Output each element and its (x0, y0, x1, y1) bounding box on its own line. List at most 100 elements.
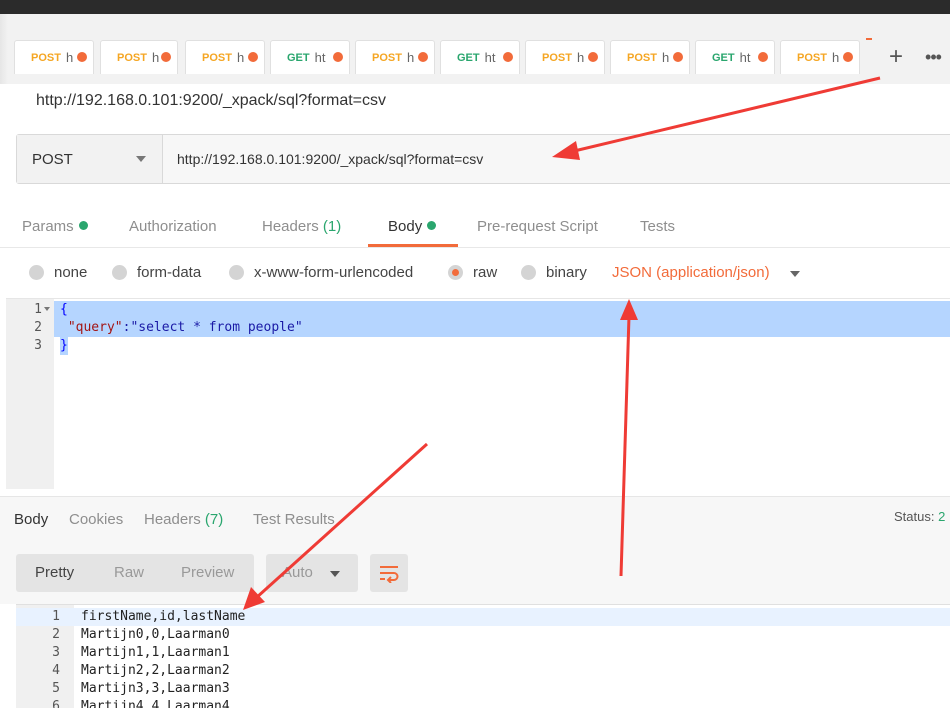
tab-method: POST (117, 51, 147, 64)
line-number: 3 (52, 645, 60, 660)
tab-title: ht (484, 50, 496, 65)
tab-body-label: Body (388, 218, 423, 235)
request-tab[interactable]: POST h (185, 40, 265, 74)
wrap-lines-button[interactable] (370, 554, 408, 592)
headers-count: (1) (322, 218, 342, 235)
unsaved-dot-icon (758, 52, 768, 62)
tab-params-label: Params (22, 218, 74, 235)
view-mode-group: Pretty Raw Preview (16, 554, 254, 592)
format-select[interactable]: Auto (266, 554, 358, 592)
tab-title: h (65, 50, 74, 65)
request-tab[interactable]: GET ht (440, 40, 520, 74)
body-mode-label: binary (546, 264, 587, 281)
tab-title: ht (739, 50, 751, 65)
http-method-value: POST (32, 150, 73, 168)
tab-body[interactable]: Body (388, 218, 437, 235)
tab-prerequest-script[interactable]: Pre-request Script (477, 218, 598, 235)
request-tab[interactable]: POST h (355, 40, 435, 74)
response-status: Status: 2 (894, 509, 945, 524)
response-body-viewer[interactable]: 1 firstName,id,lastName 2 Martijn0,0,Laa… (16, 604, 950, 708)
tab-overflow-more-icon[interactable]: ••• (918, 40, 948, 74)
selection-highlight (54, 301, 950, 319)
response-line: 4 Martijn2,2,Laarman2 (16, 662, 950, 680)
request-tab[interactable]: POST h (780, 40, 860, 74)
response-tab-cookies[interactable]: Cookies (69, 511, 123, 528)
body-mode-label: none (54, 264, 88, 281)
tab-params[interactable]: Params (22, 218, 88, 235)
body-mode-label: raw (473, 264, 498, 281)
response-tab-test-results[interactable]: Test Results (253, 511, 335, 528)
unsaved-dot-icon (503, 52, 513, 62)
response-headers-count: (7) (204, 511, 224, 528)
response-tab-body[interactable]: Body (14, 511, 48, 528)
tab-method: POST (372, 51, 402, 64)
tab-method: POST (31, 51, 61, 64)
json-value: "select * from people" (130, 320, 303, 335)
tab-method: GET (457, 51, 480, 64)
request-tabs: Params Authorization Headers (1) Body Pr… (0, 205, 950, 248)
code-text: } (60, 337, 68, 355)
code-text: "query":"select * from people" (60, 319, 303, 337)
unsaved-dot-icon (248, 52, 258, 62)
request-tab[interactable]: GET ht (695, 40, 775, 74)
response-tab-headers[interactable]: Headers (7) (144, 511, 223, 528)
line-number: 1 (34, 302, 42, 317)
unsaved-dot-icon (418, 52, 428, 62)
has-content-dot-icon (78, 221, 88, 230)
body-mode-none[interactable]: none (29, 264, 87, 281)
line-number: 3 (34, 338, 42, 353)
body-mode-label: form-data (137, 264, 202, 281)
tab-authorization[interactable]: Authorization (129, 218, 217, 235)
response-line: 1 firstName,id,lastName (16, 608, 950, 626)
request-tab[interactable]: POST h (14, 40, 94, 74)
response-headers-label: Headers (144, 511, 201, 528)
unsaved-dot-icon (588, 52, 598, 62)
tab-headers[interactable]: Headers (1) (262, 218, 341, 235)
wrap-lines-icon (380, 566, 399, 583)
has-content-dot-icon (427, 221, 437, 230)
body-mode-form-data[interactable]: form-data (112, 264, 201, 281)
url-bar: POST http://192.168.0.101:9200/_xpack/sq… (16, 134, 950, 184)
window-title-bar (0, 0, 950, 14)
tab-method: POST (202, 51, 232, 64)
response-text: Martijn1,1,Laarman1 (81, 645, 230, 660)
radio-icon (229, 265, 244, 280)
tab-method: GET (712, 51, 735, 64)
tab-method: POST (627, 51, 657, 64)
request-tab[interactable]: GET ht (270, 40, 350, 74)
response-toolbar: Pretty Raw Preview Auto (0, 540, 950, 604)
tab-title: h (831, 50, 840, 65)
fold-arrow-icon[interactable] (44, 307, 50, 311)
url-input[interactable]: http://192.168.0.101:9200/_xpack/sql?for… (163, 135, 950, 183)
view-raw-button[interactable]: Raw (114, 564, 144, 581)
body-mode-urlencoded[interactable]: x-www-form-urlencoded (229, 264, 413, 281)
unsaved-dot-icon (77, 52, 87, 62)
body-mode-binary[interactable]: binary (521, 264, 587, 281)
tab-title: h (661, 50, 670, 65)
request-tab[interactable]: POST h (525, 40, 605, 74)
line-number: 2 (52, 627, 60, 642)
line-number: 6 (52, 699, 60, 708)
request-tab[interactable]: POST h (100, 40, 178, 74)
radio-icon (29, 265, 44, 280)
line-number: 1 (52, 609, 60, 624)
body-mode-raw[interactable]: raw (448, 264, 497, 281)
request-tab[interactable]: POST h (610, 40, 690, 74)
radio-icon (112, 265, 127, 280)
request-name-title[interactable]: http://192.168.0.101:9200/_xpack/sql?for… (36, 92, 386, 110)
format-select-value: Auto (282, 564, 313, 581)
response-tabs: Body Cookies Headers (7) Test Results St… (0, 496, 950, 540)
tab-tests[interactable]: Tests (640, 218, 675, 235)
view-pretty-button[interactable]: Pretty (35, 564, 74, 581)
unsaved-dot-icon (673, 52, 683, 62)
body-mode-options: none form-data x-www-form-urlencoded raw… (0, 258, 950, 292)
editor-line: 3 } (6, 337, 950, 355)
request-body-editor[interactable]: 1 { 2 "query":"select * from people" 3 } (6, 298, 950, 489)
view-preview-button[interactable]: Preview (181, 564, 234, 581)
content-type-select[interactable]: JSON (application/json) (612, 264, 770, 281)
unsaved-dot-icon (843, 52, 853, 62)
http-method-select[interactable]: POST (17, 135, 163, 183)
chevron-down-icon[interactable] (790, 271, 800, 277)
new-tab-plus-icon[interactable]: + (882, 40, 910, 74)
radio-selected-icon (448, 265, 463, 280)
